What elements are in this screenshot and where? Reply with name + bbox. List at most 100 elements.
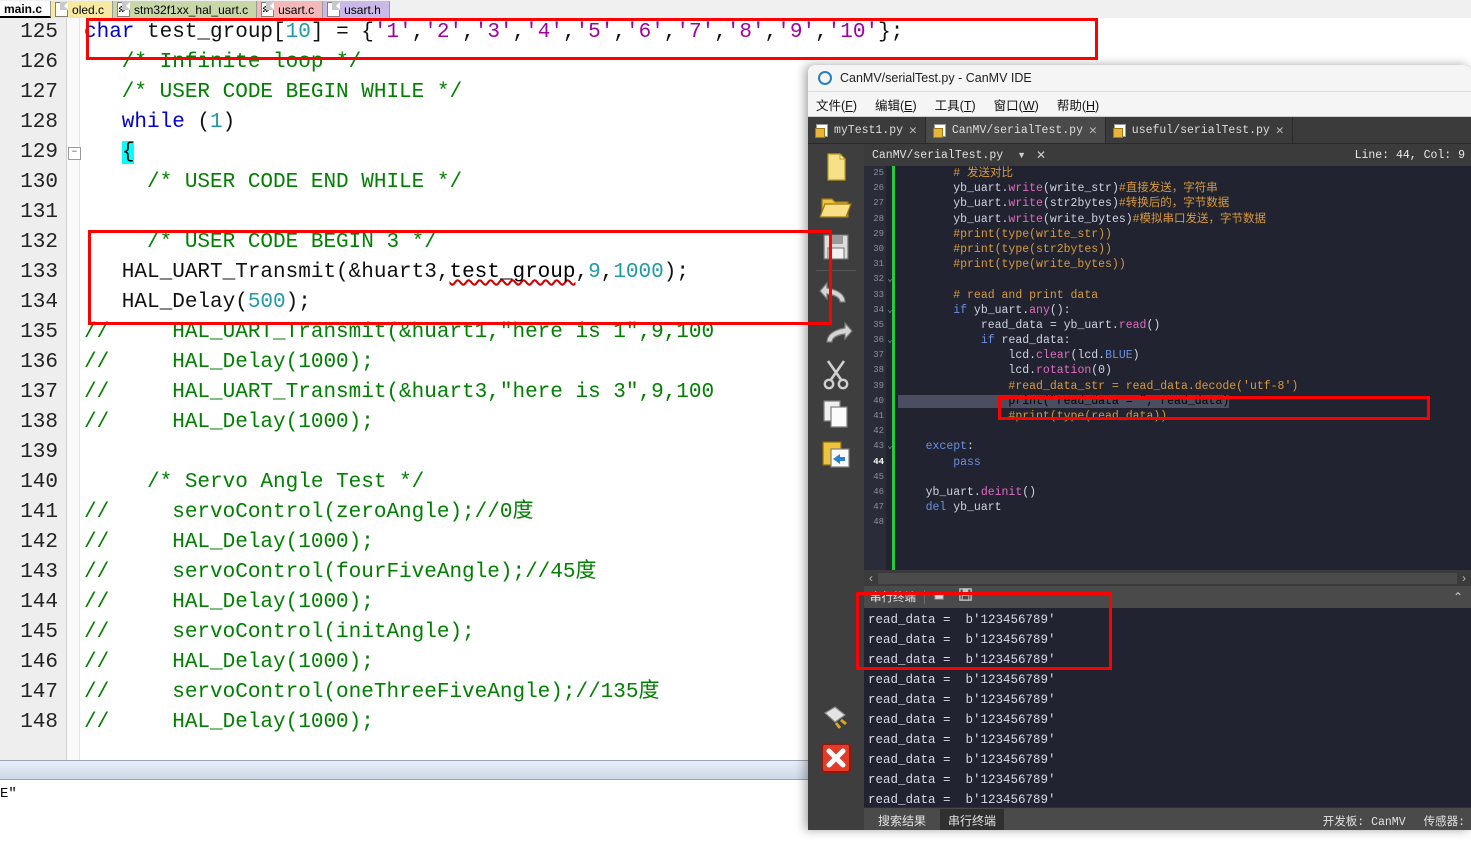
- python-fold-toggle-icon[interactable]: ⌄: [885, 272, 895, 287]
- canmv-tab-canmv-serialtest-py[interactable]: CanMV/serialTest.py ✕: [925, 117, 1106, 143]
- python-code-line: 25 # 发送对比: [864, 166, 1471, 181]
- menu-window[interactable]: 窗口(W): [994, 95, 1039, 114]
- keil-tab-stm32f1xx-hal-uart-c[interactable]: stm32f1xx_hal_uart.c: [113, 1, 258, 18]
- connect-plug-icon[interactable]: [819, 701, 853, 735]
- canmv-tab-label: CanMV/serialTest.py: [951, 123, 1083, 137]
- canmv-tab-mytest1-py[interactable]: myTest1.py ✕: [808, 117, 926, 143]
- python-line-number: 42: [873, 426, 884, 437]
- canmv-statusbar[interactable]: 搜索结果 串行终端 开发板: CanMV 传感器:: [864, 807, 1471, 830]
- python-line-number: 32: [873, 274, 884, 285]
- close-tab-icon[interactable]: ✕: [1276, 123, 1284, 138]
- undo-icon[interactable]: [819, 277, 853, 311]
- python-code-line: 40 print("read_data = ", read_data): [864, 394, 1471, 409]
- save-icon[interactable]: [819, 230, 853, 264]
- canmv-ide-window[interactable]: CanMV/serialTest.py - CanMV IDE 文件(F) 编辑(…: [808, 65, 1471, 830]
- code-text: /* Infinite loop */: [84, 51, 362, 74]
- canmv-tab-useful-serialtest-py[interactable]: useful/serialTest.py ✕: [1106, 117, 1293, 143]
- python-line-number: 26: [873, 183, 884, 194]
- status-tabs[interactable]: 搜索结果 串行终端: [864, 809, 1005, 830]
- menu-file[interactable]: 文件(F): [816, 95, 857, 114]
- keil-tab-main-c[interactable]: main.c: [0, 1, 52, 18]
- code-text: /* USER CODE BEGIN 3 */: [84, 231, 437, 254]
- open-folder-icon[interactable]: [819, 190, 853, 224]
- terminal-line: read_data = b'123456789': [868, 753, 1056, 767]
- menu-edit[interactable]: 编辑(E): [875, 95, 917, 114]
- scroll-right-icon[interactable]: ›: [1457, 571, 1471, 585]
- header-divider: [924, 590, 925, 604]
- keil-tab-usart-h[interactable]: usart.h: [323, 1, 390, 18]
- python-line-number: 48: [873, 517, 884, 528]
- python-line-number: 33: [873, 289, 884, 300]
- menu-help[interactable]: 帮助(H): [1057, 95, 1099, 114]
- python-line-number: 46: [873, 486, 884, 497]
- keil-tab-oled-c[interactable]: oled.c: [51, 1, 114, 18]
- copy-icon[interactable]: [819, 397, 853, 431]
- line-number: 132: [20, 231, 58, 254]
- python-fold-toggle-icon[interactable]: ⌄: [885, 333, 895, 348]
- collapse-panel-icon[interactable]: ⌃: [1453, 590, 1471, 604]
- scroll-track[interactable]: [878, 572, 1457, 584]
- line-number: 140: [20, 471, 58, 494]
- terminal-line: read_data = b'123456789': [868, 773, 1056, 787]
- code-text: while (1): [84, 111, 236, 134]
- stop-icon[interactable]: [819, 741, 853, 775]
- status-tab-serial-terminal[interactable]: 串行终端: [940, 809, 1005, 830]
- save-terminal-icon[interactable]: [958, 587, 973, 607]
- clear-terminal-icon[interactable]: [933, 587, 948, 607]
- keil-horizontal-scrollbar[interactable]: [0, 760, 830, 780]
- line-number: 137: [20, 381, 58, 404]
- canmv-editor-tabbar[interactable]: myTest1.py ✕ CanMV/serialTest.py ✕ useful/se…: [808, 117, 1471, 144]
- keil-tab-label: stm32f1xx_hal_uart.c: [134, 2, 249, 17]
- current-document-name[interactable]: CanMV/serialTest.py: [864, 149, 1003, 162]
- python-code-line: 45: [864, 470, 1471, 485]
- python-code-line: 41 #print(type(read_data)): [864, 409, 1471, 424]
- checker-file-icon: [261, 2, 275, 17]
- line-number: 139: [20, 441, 58, 464]
- plain-file-icon: [55, 2, 69, 17]
- close-icon[interactable]: ✕: [1036, 148, 1046, 162]
- menu-tools[interactable]: 工具(T): [935, 95, 976, 114]
- scroll-left-icon[interactable]: ‹: [864, 571, 878, 585]
- code-text: // HAL_Delay(1000);: [84, 651, 374, 674]
- python-code-text: yb_uart.write(write_bytes)#模拟串口发送，字节数据: [898, 212, 1267, 226]
- line-number: 136: [20, 351, 58, 374]
- python-horizontal-scrollbar[interactable]: ‹ ›: [864, 570, 1471, 586]
- python-code-line: 44 pass: [864, 455, 1471, 470]
- code-text: HAL_Delay(500);: [84, 291, 311, 314]
- keil-tab-usart-c[interactable]: usart.c: [257, 1, 324, 18]
- python-code-text: print("read_data = ", read_data): [898, 394, 1230, 408]
- new-file-icon[interactable]: [819, 150, 853, 184]
- canmv-window-title: CanMV/serialTest.py - CanMV IDE: [840, 71, 1032, 85]
- python-code-editor[interactable]: 25 # 发送对比 26 yb_uart.write(write_str)#直接发…: [864, 166, 1471, 570]
- python-fold-toggle-icon[interactable]: ⌄: [885, 439, 895, 454]
- status-tab-search-results[interactable]: 搜索结果: [870, 809, 934, 830]
- keil-file-tabbar[interactable]: main.c oled.c stm32f1xx_hal_uart.c usart.c u…: [0, 0, 1471, 19]
- sensor-info: 传感器:: [1423, 815, 1465, 829]
- chevron-down-icon[interactable]: ▼: [1017, 150, 1026, 160]
- python-line-number: 30: [873, 243, 884, 254]
- python-line-number: 31: [873, 259, 884, 270]
- fold-toggle-icon[interactable]: −: [68, 147, 81, 160]
- python-code-line: 29 #print(type(write_str)): [864, 227, 1471, 242]
- code-text: /* USER CODE BEGIN WHILE */: [84, 81, 463, 104]
- code-text: // servoControl(zeroAngle);//0度: [84, 501, 534, 524]
- canmv-left-toolbar[interactable]: [808, 144, 865, 830]
- python-line-number: 44: [873, 456, 884, 467]
- canmv-document-selector[interactable]: CanMV/serialTest.py ▼ ✕ Line: 44, Col: 9: [864, 144, 1471, 167]
- redo-icon[interactable]: [819, 317, 853, 351]
- line-number: 135: [20, 321, 58, 344]
- paste-icon[interactable]: [819, 437, 853, 471]
- python-fold-toggle-icon[interactable]: ⌄: [885, 303, 895, 318]
- python-file-icon: [815, 123, 828, 138]
- code-text: /* Servo Angle Test */: [84, 471, 425, 494]
- serial-terminal-output[interactable]: read_data = b'123456789' read_data = b'12…: [864, 608, 1471, 830]
- canmv-titlebar[interactable]: CanMV/serialTest.py - CanMV IDE: [808, 65, 1471, 92]
- canmv-menubar[interactable]: 文件(F) 编辑(E) 工具(T) 窗口(W) 帮助(H): [808, 92, 1471, 117]
- close-tab-icon[interactable]: ✕: [909, 123, 917, 138]
- terminal-line: read_data = b'123456789': [868, 653, 1056, 667]
- serial-terminal-header[interactable]: 串行终端 ⌃: [864, 586, 1471, 608]
- cut-icon[interactable]: [819, 357, 853, 391]
- python-code-line: 38 lcd.rotation(0): [864, 363, 1471, 378]
- close-tab-icon[interactable]: ✕: [1089, 123, 1097, 138]
- line-number: 143: [20, 561, 58, 584]
